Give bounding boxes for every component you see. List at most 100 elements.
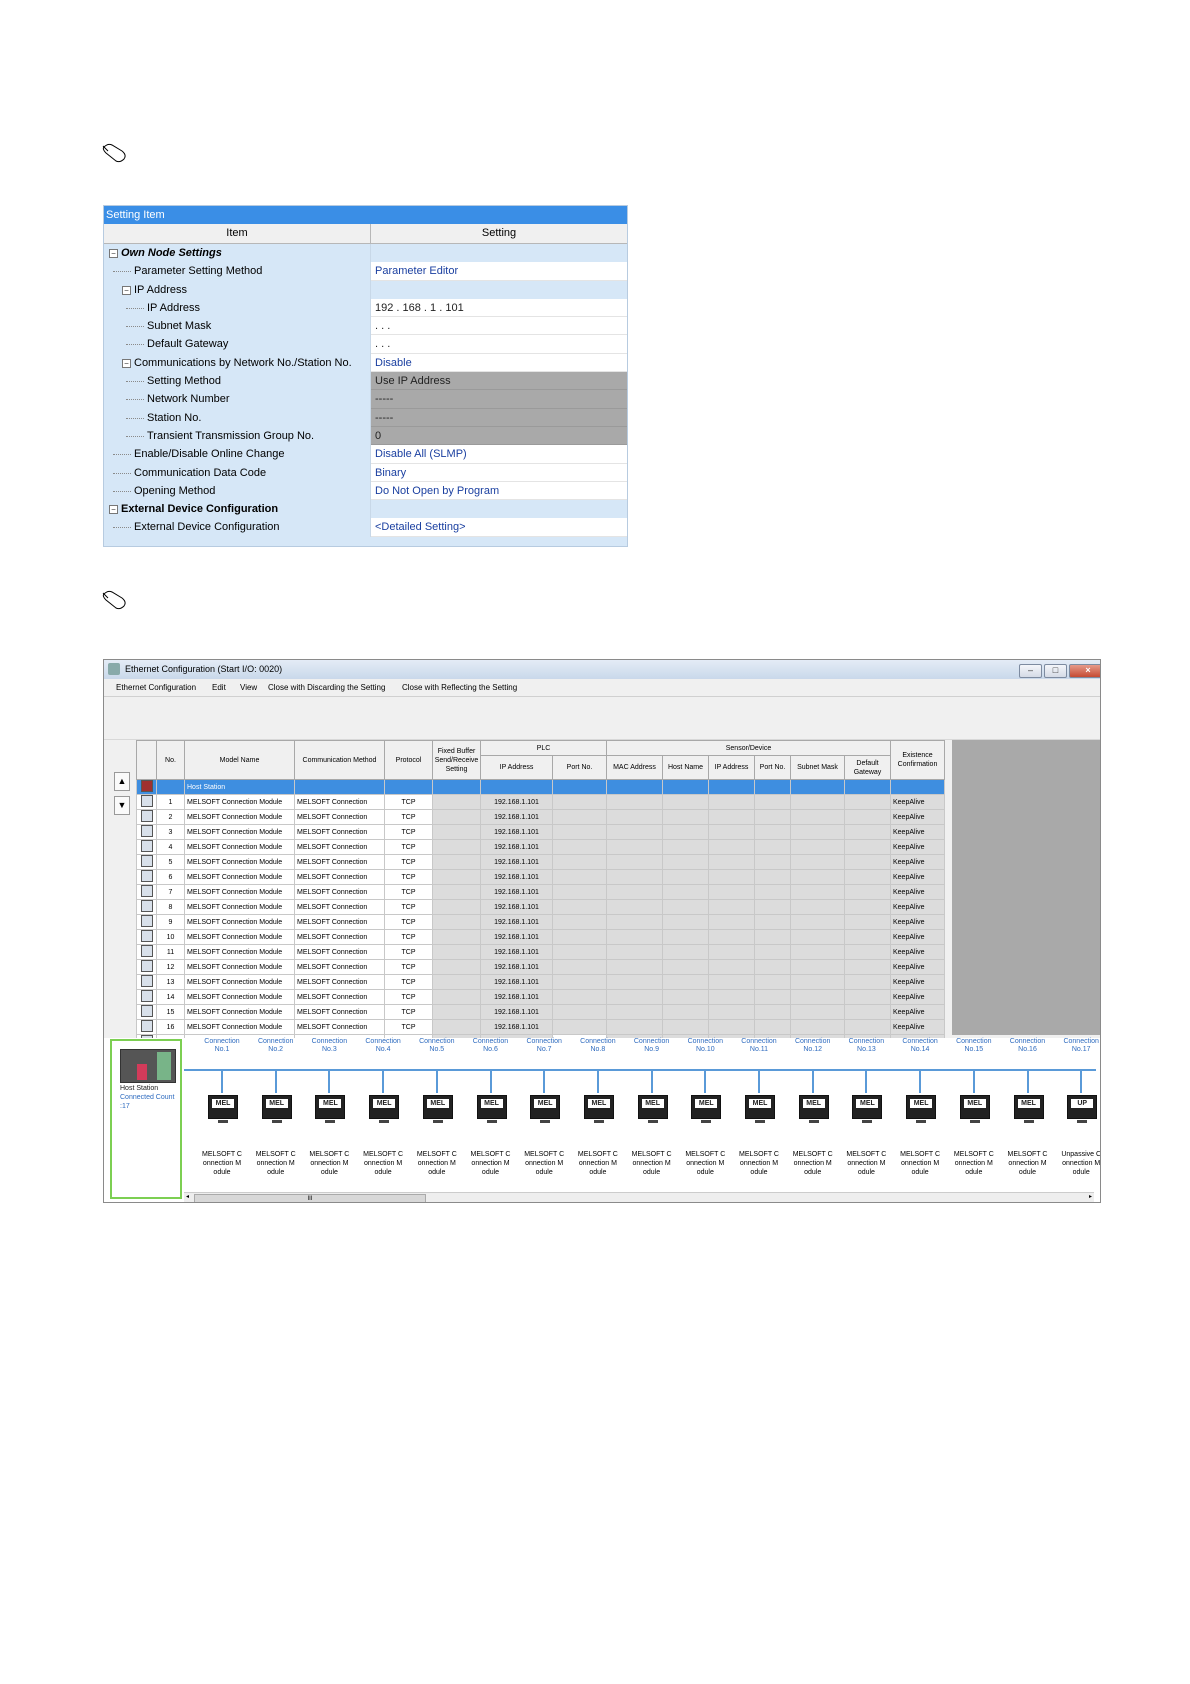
melsoft-module-icon[interactable]: MEL (315, 1095, 346, 1123)
cell-fixed-buffer[interactable] (432, 1019, 481, 1035)
cell-protocol[interactable]: TCP (384, 884, 433, 900)
cell-fixed-buffer[interactable] (432, 914, 481, 930)
cell-fixed-buffer[interactable] (432, 869, 481, 885)
cell-model-name[interactable]: MELSOFT Connection Module (184, 914, 295, 930)
cell-existence[interactable]: KeepAlive (890, 854, 945, 870)
cell-fixed-buffer[interactable] (432, 884, 481, 900)
cell-protocol[interactable]: TCP (384, 1019, 433, 1035)
cell-existence[interactable]: KeepAlive (890, 884, 945, 900)
header-subnet-mask[interactable]: Subnet Mask (790, 755, 845, 780)
cell-model-name[interactable]: MELSOFT Connection Module (184, 944, 295, 960)
cell-fixed-buffer[interactable] (432, 1004, 481, 1020)
setting-value-cell[interactable]: Disable All (SLMP) (371, 445, 627, 464)
header-plc-ip[interactable]: IP Address (480, 755, 553, 780)
melsoft-module-icon[interactable]: MEL (906, 1095, 937, 1123)
cell-protocol[interactable]: TCP (384, 854, 433, 870)
table-row[interactable]: 11 MELSOFT Connection Module MELSOFT Conne… (136, 944, 945, 960)
setting-row[interactable]: − Own Node Settings (104, 244, 627, 263)
cell-plc-port[interactable] (552, 839, 607, 855)
header-sensor-port[interactable]: Port No. (754, 755, 791, 780)
cell-protocol[interactable]: TCP (384, 989, 433, 1005)
cell-plc-port[interactable] (552, 809, 607, 825)
cell-communication-method[interactable]: MELSOFT Connection (294, 1004, 385, 1020)
header-communication-method[interactable]: Communication Method (294, 740, 385, 780)
melsoft-module-icon[interactable]: MEL (1013, 1095, 1044, 1123)
melsoft-module-icon[interactable]: MEL (261, 1095, 292, 1123)
header-sensor-ip[interactable]: IP Address (708, 755, 755, 780)
melsoft-module-icon[interactable]: MEL (530, 1095, 561, 1123)
cell-communication-method[interactable]: MELSOFT Connection (294, 974, 385, 990)
setting-value-cell[interactable]: Use IP Address (371, 372, 627, 391)
cell-fixed-buffer[interactable] (432, 944, 481, 960)
cell-plc-port[interactable] (552, 854, 607, 870)
setting-row[interactable]: Transient Transmission Group No. 0 (104, 426, 627, 446)
cell-fixed-buffer[interactable] (432, 839, 481, 855)
cell-plc-port[interactable] (552, 1004, 607, 1020)
cell-protocol[interactable]: TCP (384, 974, 433, 990)
cell-existence[interactable]: KeepAlive (890, 899, 945, 915)
cell-fixed-buffer[interactable] (432, 929, 481, 945)
cell-existence[interactable]: KeepAlive (890, 974, 945, 990)
setting-value-cell[interactable]: 192 . 168 . 1 . 101 (371, 298, 627, 318)
header-host-name[interactable]: Host Name (662, 755, 709, 780)
cell-plc-port[interactable] (552, 944, 607, 960)
cell-model-name[interactable]: MELSOFT Connection Module (184, 959, 295, 975)
cell-plc-port[interactable] (552, 914, 607, 930)
horizontal-scrollbar[interactable]: ◂ III ▸ (184, 1192, 1094, 1202)
cell-plc-port[interactable] (552, 959, 607, 975)
cell-communication-method[interactable]: MELSOFT Connection (294, 899, 385, 915)
cell-communication-method[interactable]: MELSOFT Connection (294, 944, 385, 960)
minimize-icon[interactable]: – (1019, 664, 1042, 678)
cell-protocol[interactable]: TCP (384, 824, 433, 840)
cell-existence[interactable]: KeepAlive (890, 839, 945, 855)
cell-communication-method[interactable]: MELSOFT Connection (294, 839, 385, 855)
move-up-button[interactable]: ▲ (114, 772, 130, 791)
setting-row[interactable]: Parameter Setting Method Parameter Editor (104, 262, 627, 281)
setting-row[interactable]: External Device Configuration <Detailed S… (104, 518, 627, 537)
cell-plc-port[interactable] (552, 929, 607, 945)
setting-row[interactable]: − Communications by Network No./Station N… (104, 353, 627, 373)
table-row[interactable]: 12 MELSOFT Connection Module MELSOFT Conne… (136, 959, 945, 975)
cell-existence[interactable]: KeepAlive (890, 989, 945, 1005)
cell-plc-port[interactable] (552, 884, 607, 900)
header-protocol[interactable]: Protocol (384, 740, 433, 780)
cell-protocol[interactable]: TCP (384, 899, 433, 915)
menu-close-reflect[interactable]: Close with Reflecting the Setting (402, 679, 517, 696)
melsoft-module-icon[interactable]: MEL (422, 1095, 453, 1123)
cell-protocol[interactable]: TCP (384, 914, 433, 930)
setting-row[interactable]: Station No. ----- (104, 408, 627, 427)
melsoft-module-icon[interactable]: MEL (852, 1095, 883, 1123)
setting-value-cell[interactable]: Disable (371, 353, 627, 373)
setting-value-cell[interactable]: . . . (371, 317, 627, 336)
cell-model-name[interactable]: MELSOFT Connection Module (184, 824, 295, 840)
cell-model-name[interactable]: MELSOFT Connection Module (184, 1004, 295, 1020)
cell-existence[interactable]: KeepAlive (890, 959, 945, 975)
table-row[interactable]: 1 MELSOFT Connection Module MELSOFT Connec… (136, 794, 945, 810)
cell-protocol[interactable]: TCP (384, 839, 433, 855)
cell-plc-port[interactable] (552, 1019, 607, 1035)
collapse-toggle-icon[interactable]: − (109, 505, 118, 515)
setting-value-cell[interactable]: <Detailed Setting> (371, 518, 627, 537)
collapse-toggle-icon[interactable]: − (122, 358, 131, 368)
melsoft-module-icon[interactable]: MEL (208, 1095, 238, 1123)
cell-communication-method[interactable]: MELSOFT Connection (294, 959, 385, 975)
table-row[interactable]: 7 MELSOFT Connection Module MELSOFT Connec… (136, 884, 945, 900)
menu-ethernet-configuration[interactable]: Ethernet Configuration (116, 679, 196, 696)
cell-plc-port[interactable] (552, 899, 607, 915)
cell-protocol[interactable]: TCP (384, 929, 433, 945)
cell-protocol[interactable]: TCP (384, 959, 433, 975)
table-row[interactable]: 6 MELSOFT Connection Module MELSOFT Connec… (136, 869, 945, 885)
cell-protocol[interactable]: TCP (384, 944, 433, 960)
cell-existence[interactable]: KeepAlive (890, 944, 945, 960)
setting-value-cell[interactable]: Do Not Open by Program (371, 481, 627, 501)
cell-communication-method[interactable]: MELSOFT Connection (294, 854, 385, 870)
setting-value-cell[interactable]: . . . (371, 335, 627, 354)
header-existence-confirmation[interactable]: Existence Confirmation (890, 740, 945, 780)
table-row[interactable]: 16 MELSOFT Connection Module MELSOFT Conne… (136, 1019, 945, 1035)
cell-communication-method[interactable]: MELSOFT Connection (294, 809, 385, 825)
cell-plc-port[interactable] (552, 824, 607, 840)
cell-existence[interactable]: KeepAlive (890, 809, 945, 825)
cell-model-name[interactable]: MELSOFT Connection Module (184, 839, 295, 855)
cell-plc-port[interactable] (552, 989, 607, 1005)
setting-row[interactable]: Default Gateway . . . (104, 335, 627, 354)
